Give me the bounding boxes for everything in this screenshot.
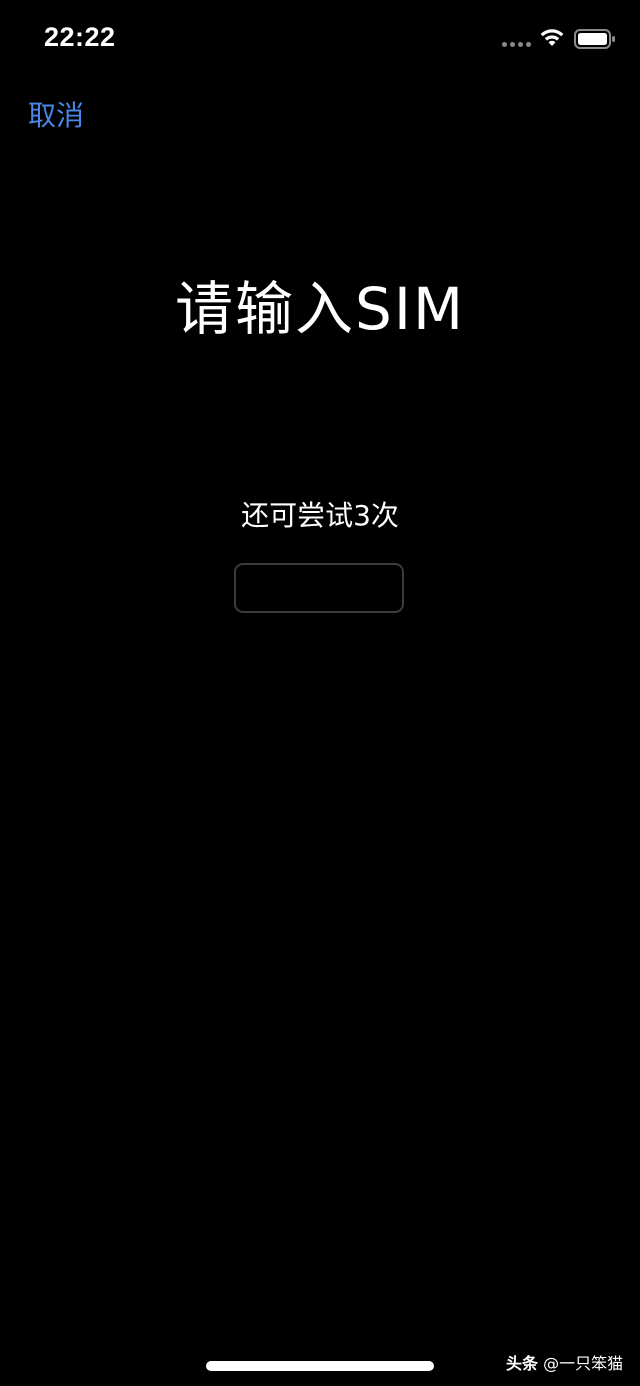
cancel-button[interactable]: 取消 <box>28 94 84 134</box>
signal-dots-icon <box>502 42 531 47</box>
attempts-remaining-text: 还可尝试3次 <box>241 499 399 532</box>
home-indicator[interactable] <box>206 1361 434 1371</box>
watermark-brand: 头条 <box>506 1354 539 1373</box>
sim-pin-input[interactable] <box>234 563 404 613</box>
watermark-handle: @一只笨猫 <box>543 1354 624 1373</box>
wifi-icon <box>540 29 564 46</box>
watermark: 头条 @一只笨猫 <box>506 1350 623 1374</box>
page-title: 请输入SIM <box>175 275 465 343</box>
status-bar: 22:22 <box>0 0 640 80</box>
battery-icon <box>574 29 615 49</box>
status-time: 22:22 <box>44 22 116 52</box>
